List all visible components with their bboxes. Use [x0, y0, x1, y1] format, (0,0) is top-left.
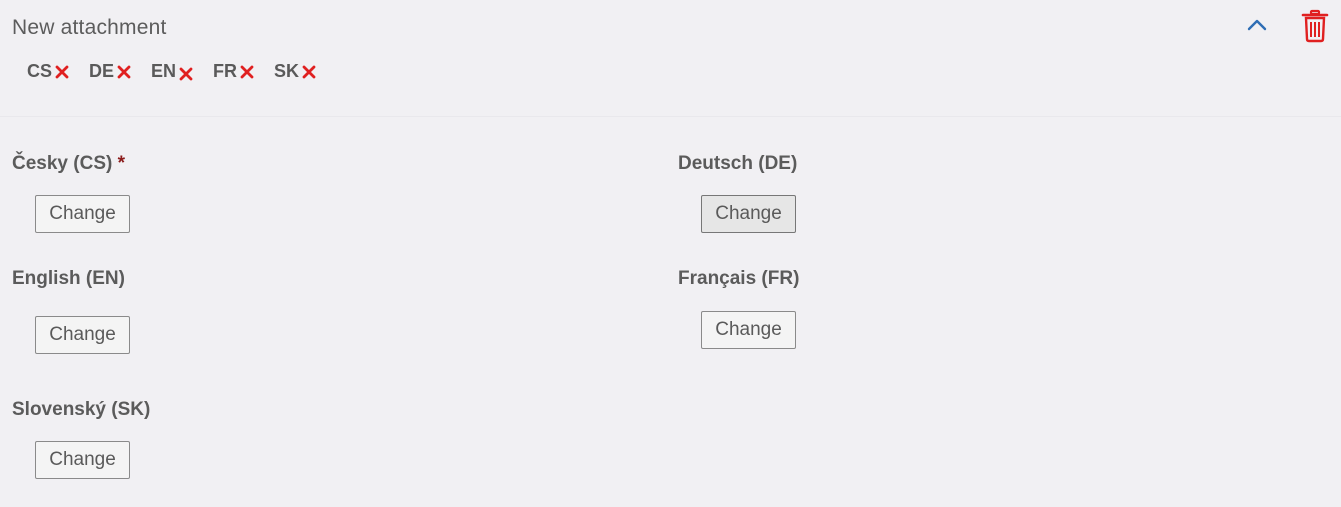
delete-button[interactable]	[1300, 9, 1330, 43]
field-label-de: Deutsch (DE)	[678, 153, 798, 174]
field-label-en: English (EN)	[12, 268, 125, 289]
remove-language-icon[interactable]	[116, 64, 132, 80]
change-button-fr[interactable]: Change	[701, 311, 796, 349]
language-code: FR	[213, 61, 238, 81]
collapse-button[interactable]	[1244, 14, 1270, 36]
panel-title: New attachment	[12, 16, 167, 39]
remove-language-icon[interactable]	[54, 64, 70, 80]
remove-language-icon[interactable]	[178, 66, 194, 82]
field-label-sk: Slovenský (SK)	[12, 399, 151, 420]
field-label-fr: Français (FR)	[678, 268, 800, 289]
language-tag-fr: FR	[213, 61, 255, 82]
language-tags: CS DE EN FR SK	[27, 61, 336, 82]
field-label-text: Česky (CS)	[12, 153, 113, 174]
language-code: EN	[151, 61, 177, 81]
field-label-cs: Česky (CS) *	[12, 153, 125, 175]
trash-icon	[1301, 9, 1329, 43]
change-button-sk[interactable]: Change	[35, 441, 130, 479]
language-tag-cs: CS	[27, 61, 70, 82]
change-button-en[interactable]: Change	[35, 316, 130, 354]
change-button-de[interactable]: Change	[701, 195, 796, 233]
language-code: SK	[274, 61, 300, 81]
language-tag-sk: SK	[274, 61, 317, 82]
chevron-up-icon	[1247, 19, 1267, 31]
remove-language-icon[interactable]	[239, 64, 255, 80]
required-marker: *	[117, 153, 126, 174]
remove-language-icon[interactable]	[301, 64, 317, 80]
language-code: DE	[89, 61, 115, 81]
change-button-cs[interactable]: Change	[35, 195, 130, 233]
divider	[0, 116, 1341, 117]
language-code: CS	[27, 61, 53, 81]
language-tag-en: EN	[151, 61, 194, 82]
language-tag-de: DE	[89, 61, 132, 82]
